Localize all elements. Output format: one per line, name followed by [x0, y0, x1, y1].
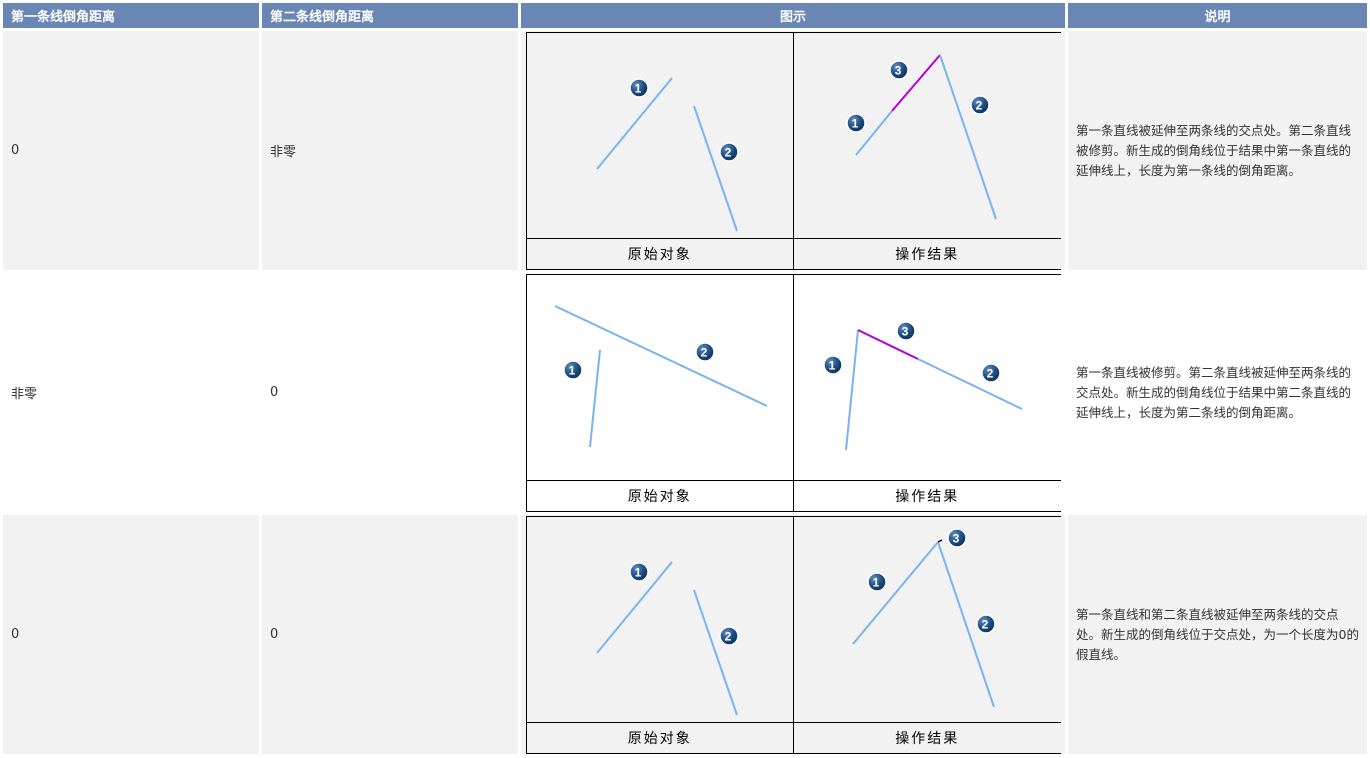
marker-3-icon: 3 [947, 527, 967, 548]
first-distance-cell: 0 [3, 512, 262, 754]
marker-1-icon: 1 [628, 561, 649, 582]
svg-text:2: 2 [724, 629, 733, 643]
svg-text:3: 3 [895, 63, 904, 77]
result-caption: 操作结果 [793, 721, 1061, 754]
line-two [939, 54, 997, 219]
marker-1-icon: 1 [823, 354, 843, 375]
line-one [845, 329, 859, 450]
marker-1-icon: 1 [562, 359, 583, 380]
figure-panel: 1 2 1 2 3 原始对象 操作结果 [525, 31, 1061, 270]
svg-text:3: 3 [953, 531, 962, 545]
description-cell: 第一条直线被修剪。第二条直线被延伸至两条线的交点处。新生成的倒角线位于结果中第二… [1068, 270, 1367, 512]
svg-text:1: 1 [873, 575, 882, 589]
marker-2-icon: 2 [970, 94, 990, 115]
svg-text:2: 2 [700, 345, 709, 359]
table-row: 非零 0 1 2 1 2 3 原始对象 操作结果 第一条直线被修剪。第二条直线被… [3, 270, 1367, 512]
original-caption: 原始对象 [525, 237, 794, 270]
svg-text:2: 2 [987, 366, 996, 380]
original-figure: 1 2 [525, 515, 794, 723]
header-first-distance: 第一条线倒角距离 [3, 3, 262, 28]
description-cell: 第一条直线和第二条直线被延伸至两条线的交点处。新生成的倒角线位于交点处，为一个长… [1068, 512, 1367, 754]
illustration-cell: 1 2 1 2 3 原始对象 操作结果 [521, 270, 1068, 512]
marker-1-icon: 1 [628, 77, 649, 98]
marker-2-icon: 2 [976, 613, 996, 634]
marker-2-icon: 2 [718, 141, 739, 162]
line-two [692, 589, 738, 715]
line-one [852, 540, 939, 645]
svg-text:1: 1 [568, 363, 577, 377]
line-two [554, 304, 767, 407]
original-caption: 原始对象 [525, 479, 794, 512]
header-second-distance: 第二条线倒角距离 [262, 3, 521, 28]
header-description: 说明 [1068, 3, 1367, 28]
original-figure: 1 2 [525, 273, 794, 481]
result-figure: 1 2 3 [793, 515, 1061, 723]
first-distance-cell: 0 [3, 28, 262, 270]
chamfer-line [937, 538, 943, 543]
result-figure: 1 2 3 [793, 31, 1061, 239]
svg-text:1: 1 [829, 358, 838, 372]
illustration-cell: 1 2 1 2 3 原始对象 操作结果 [521, 512, 1068, 754]
description-cell: 第一条直线被延伸至两条线的交点处。第二条直线被修剪。新生成的倒角线位于结果中第一… [1068, 28, 1367, 270]
original-figure: 1 2 [525, 31, 794, 239]
original-caption: 原始对象 [525, 721, 794, 754]
marker-2-icon: 2 [718, 625, 739, 646]
marker-2-icon: 2 [981, 362, 1001, 383]
svg-text:3: 3 [902, 324, 911, 338]
header-illustration: 图示 [521, 3, 1068, 28]
line-two [917, 357, 1023, 410]
result-caption: 操作结果 [793, 479, 1061, 512]
second-distance-cell: 0 [262, 512, 521, 754]
line-two [692, 105, 738, 231]
marker-3-icon: 3 [889, 59, 909, 80]
svg-text:2: 2 [724, 145, 733, 159]
marker-2-icon: 2 [694, 341, 715, 362]
first-distance-cell: 非零 [3, 270, 262, 512]
figure-panel: 1 2 1 2 3 原始对象 操作结果 [525, 273, 1061, 512]
figure-panel: 1 2 1 2 3 原始对象 操作结果 [525, 515, 1061, 754]
marker-1-icon: 1 [846, 112, 866, 133]
table-row: 0 非零 1 2 1 2 3 原始对象 操作结果 第一条直线被延伸至两条线的交点… [3, 28, 1367, 270]
svg-text:1: 1 [852, 116, 861, 130]
table-row: 0 0 1 2 1 2 3 原始对象 操作结果 第一条直线和第二条直线被延伸至两… [3, 512, 1367, 754]
chamfer-table: 第一条线倒角距离 第二条线倒角距离 图示 说明 0 非零 1 2 1 2 3 原… [3, 3, 1367, 754]
svg-text:2: 2 [982, 617, 991, 631]
illustration-cell: 1 2 1 2 3 原始对象 操作结果 [521, 28, 1068, 270]
result-figure: 1 2 3 [793, 273, 1061, 481]
svg-text:1: 1 [634, 565, 643, 579]
second-distance-cell: 0 [262, 270, 521, 512]
second-distance-cell: 非零 [262, 28, 521, 270]
result-caption: 操作结果 [793, 237, 1061, 270]
svg-text:2: 2 [976, 98, 985, 112]
line-one [588, 349, 601, 447]
marker-3-icon: 3 [896, 320, 916, 341]
marker-1-icon: 1 [867, 571, 887, 592]
svg-text:1: 1 [634, 81, 643, 95]
